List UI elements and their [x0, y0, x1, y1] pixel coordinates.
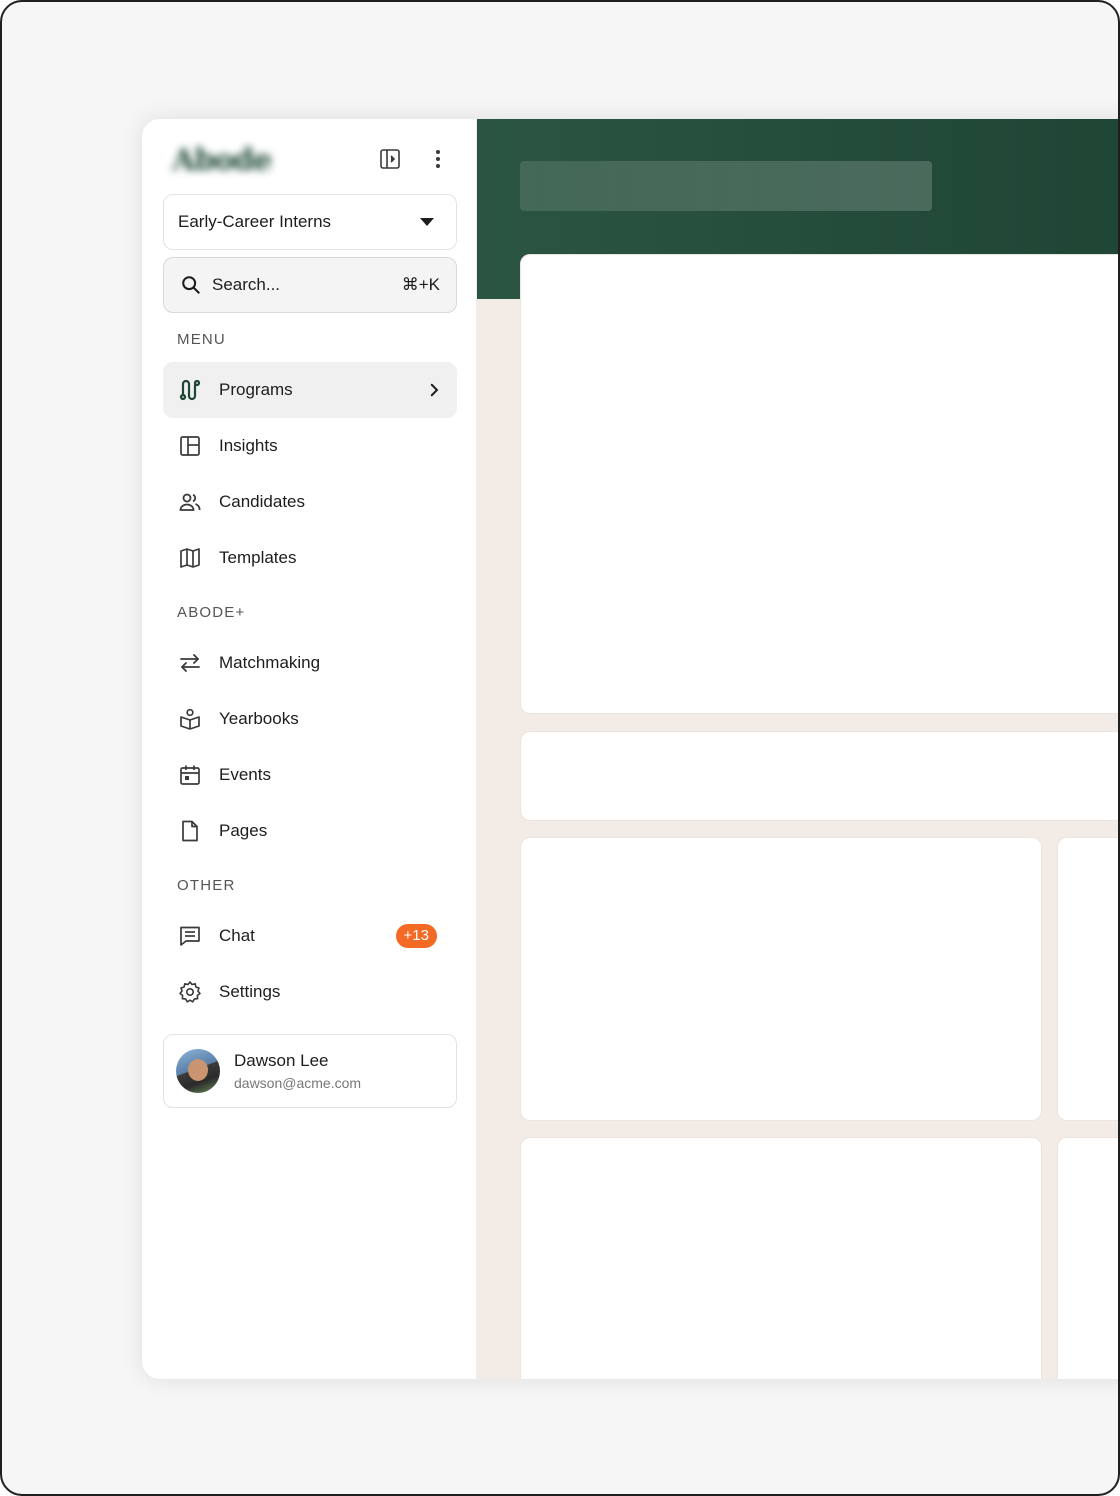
search-placeholder: Search... — [212, 275, 281, 294]
sidebar-item-label: Candidates — [219, 492, 306, 511]
sidebar-item-label: Yearbooks — [219, 709, 299, 728]
sidebar-item-settings[interactable]: Settings — [163, 964, 457, 1020]
section-label-menu: MENU — [177, 331, 226, 348]
sidebar-item-label: Pages — [219, 821, 268, 840]
search-shortcut: ⌘+K — [401, 275, 440, 294]
sidebar: Abode Early-Career Interns Search... ⌘+K… — [142, 119, 477, 1379]
sidebar-item-label: Chat — [219, 926, 255, 945]
book-user-icon — [177, 706, 203, 732]
workspace-select[interactable]: Early-Career Interns — [163, 194, 457, 250]
caret-down-icon — [420, 218, 434, 226]
layout-icon — [177, 433, 203, 459]
map-icon — [177, 545, 203, 571]
sidebar-item-label: Events — [219, 765, 271, 784]
page-title-placeholder — [520, 161, 932, 211]
search-icon — [182, 276, 200, 294]
arrows-swap-icon — [177, 650, 203, 676]
sidebar-item-label: Settings — [219, 982, 281, 1001]
chevron-right-icon — [430, 383, 439, 397]
dots-vertical-icon — [436, 150, 440, 168]
user-name: Dawson Lee — [234, 1051, 329, 1070]
app-window: Abode Early-Career Interns Search... ⌘+K… — [142, 119, 1118, 1379]
users-icon — [177, 489, 203, 515]
sidebar-item-events[interactable]: Events — [163, 747, 457, 803]
sidebar-toggle-button[interactable] — [378, 147, 402, 171]
gear-icon — [177, 979, 203, 1005]
sidebar-item-label: Insights — [219, 436, 278, 455]
sidebar-item-pages[interactable]: Pages — [163, 803, 457, 859]
sidebar-item-candidates[interactable]: Candidates — [163, 474, 457, 530]
route-icon — [177, 377, 203, 403]
user-email: dawson@acme.com — [234, 1075, 362, 1091]
file-icon — [177, 818, 203, 844]
content-card-right-1 — [1057, 837, 1118, 1121]
section-label-other: OTHER — [177, 877, 236, 894]
screenshot-frame: Abode Early-Career Interns Search... ⌘+K… — [0, 0, 1120, 1496]
brand-logo[interactable]: Abode — [172, 143, 272, 178]
content-card-left-1 — [520, 837, 1042, 1121]
message-icon — [177, 923, 203, 949]
content-card-right-2 — [1057, 1137, 1118, 1379]
sidebar-item-label: Templates — [219, 548, 297, 567]
sidebar-item-label: Programs — [219, 380, 293, 399]
sidebar-panel-icon — [380, 149, 400, 169]
more-options-button[interactable] — [426, 147, 450, 171]
search-box[interactable]: Search... ⌘+K — [163, 257, 457, 313]
content-card-left-2 — [520, 1137, 1042, 1379]
content-card-strip — [520, 731, 1118, 821]
sidebar-item-label: Matchmaking — [219, 653, 321, 672]
sidebar-item-matchmaking[interactable]: Matchmaking — [163, 635, 457, 691]
content-card-main — [520, 254, 1118, 714]
main-content — [477, 119, 1118, 1379]
sidebar-item-programs[interactable]: Programs — [163, 362, 457, 418]
workspace-selected-label: Early-Career Interns — [178, 212, 332, 231]
calendar-icon — [177, 762, 203, 788]
chat-unread-badge: +13 — [395, 924, 437, 948]
sidebar-item-templates[interactable]: Templates — [163, 530, 457, 586]
sidebar-item-yearbooks[interactable]: Yearbooks — [163, 691, 457, 747]
sidebar-item-insights[interactable]: Insights — [163, 418, 457, 474]
user-profile-card[interactable]: Dawson Lee dawson@acme.com — [163, 1034, 457, 1108]
section-label-abode-plus: ABODE+ — [177, 604, 246, 621]
avatar — [176, 1049, 220, 1093]
sidebar-item-chat[interactable]: Chat +13 — [163, 908, 457, 964]
